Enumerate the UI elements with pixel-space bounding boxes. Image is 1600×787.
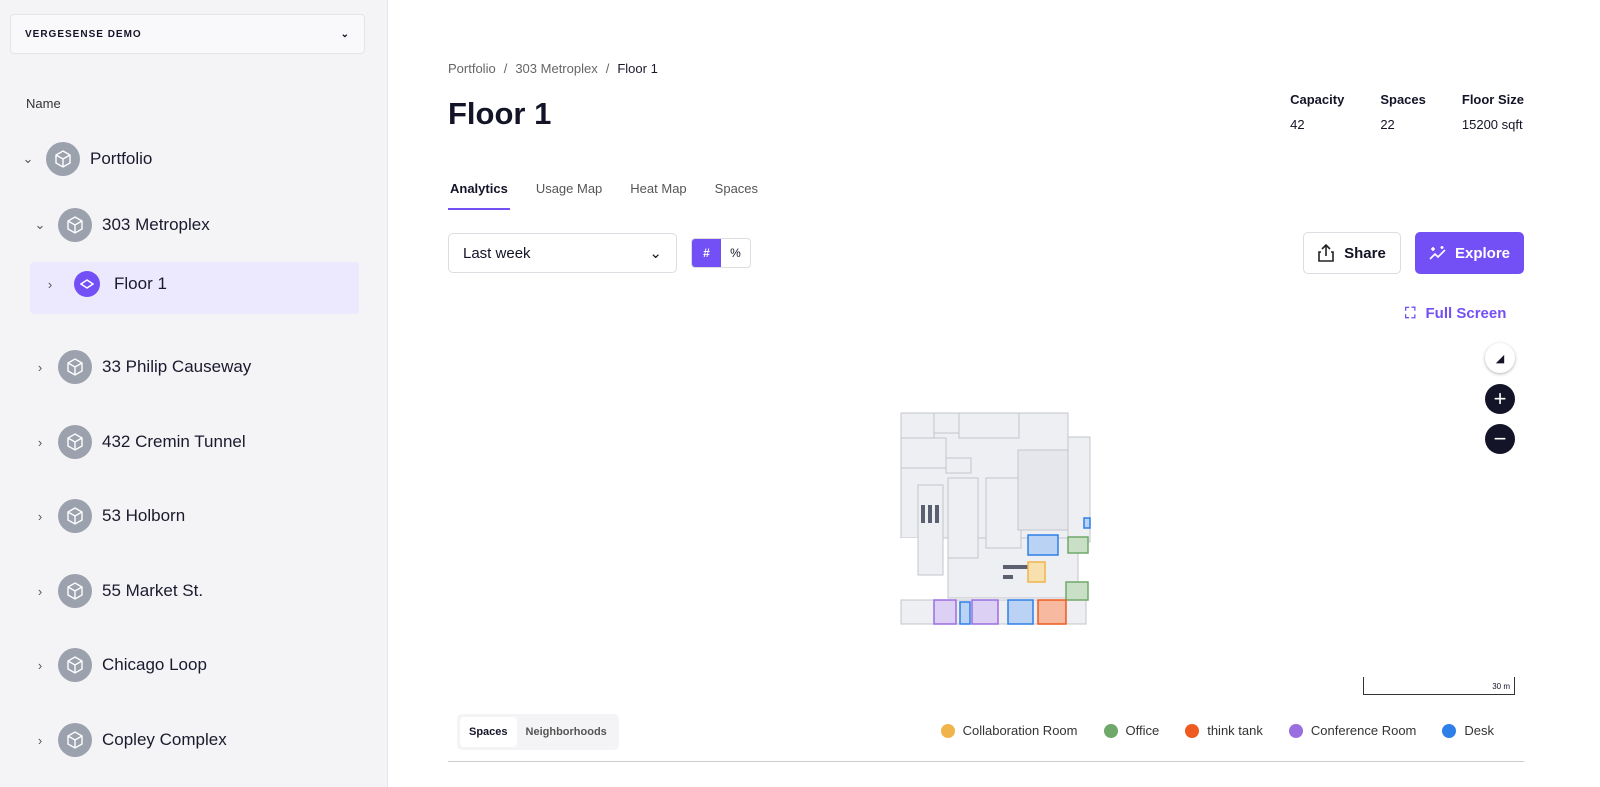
- tab-spaces-legend[interactable]: Spaces: [460, 717, 517, 747]
- legend-item: Office: [1103, 723, 1160, 738]
- legend-item: Collaboration Room: [940, 723, 1078, 738]
- chevron-right-icon[interactable]: ›: [30, 733, 50, 748]
- date-range-dropdown[interactable]: Last week ⌄: [448, 233, 677, 273]
- tree-item[interactable]: › 53 Holborn: [30, 499, 185, 533]
- tree-item-label: 303 Metroplex: [102, 215, 210, 234]
- chevron-down-icon: ⌄: [340, 28, 350, 40]
- sparkle-chart-icon: [1429, 246, 1446, 260]
- building-icon: [46, 142, 80, 176]
- stat-spaces: Spaces 22: [1380, 92, 1426, 132]
- share-button[interactable]: Share: [1303, 232, 1401, 274]
- page-title: Floor 1: [448, 96, 552, 131]
- scale-bar: 30 m: [1363, 677, 1515, 695]
- name-column-header: Name: [26, 96, 61, 111]
- breadcrumb: Portfolio/ 303 Metroplex / Floor 1: [448, 61, 658, 76]
- unit-toggle: # %: [691, 238, 751, 268]
- tab-analytics[interactable]: Analytics: [448, 181, 510, 210]
- chevron-right-icon[interactable]: ›: [30, 360, 50, 375]
- chevron-down-icon[interactable]: ⌄: [18, 151, 38, 167]
- chevron-down-icon: ⌄: [649, 245, 662, 262]
- tree-item-label: 55 Market St.: [102, 581, 204, 600]
- tab-heat-map[interactable]: Heat Map: [628, 181, 688, 210]
- share-icon: [1318, 244, 1334, 262]
- org-name: VERGESENSE DEMO: [25, 28, 142, 40]
- chevron-right-icon[interactable]: ›: [40, 277, 60, 292]
- chevron-right-icon[interactable]: ›: [30, 658, 50, 673]
- legend-label: Office: [1125, 723, 1160, 738]
- breadcrumb-building[interactable]: 303 Metroplex: [515, 61, 597, 76]
- tree-item[interactable]: › 432 Cremin Tunnel: [30, 425, 246, 459]
- plus-icon: +: [1493, 386, 1507, 411]
- floor-stats: Capacity 42 Spaces 22 Floor Size 15200 sqft: [1290, 92, 1524, 132]
- compass-button[interactable]: ◢: [1485, 343, 1515, 373]
- tree-item[interactable]: › 33 Philip Causeway: [30, 350, 251, 384]
- legend-dot: [940, 723, 955, 738]
- tree-item[interactable]: ⌄ Portfolio: [18, 142, 152, 176]
- tree-item-label: Floor 1: [114, 274, 167, 293]
- explore-label: Explore: [1454, 244, 1511, 262]
- legend-label: Conference Room: [1310, 723, 1417, 738]
- legend-dot: [1442, 723, 1457, 738]
- zoom-out-button[interactable]: −: [1485, 424, 1515, 454]
- chevron-down-icon[interactable]: ⌄: [30, 217, 50, 233]
- floor-plan-map[interactable]: [898, 410, 1093, 630]
- legend-item: think tank: [1185, 723, 1263, 738]
- legend-item: Desk: [1442, 723, 1494, 738]
- date-range-value: Last week: [463, 244, 531, 262]
- building-icon: [58, 208, 92, 242]
- tree-item-label: Chicago Loop: [102, 655, 207, 674]
- zoom-in-button[interactable]: +: [1485, 384, 1515, 414]
- main: Portfolio/ 303 Metroplex / Floor 1 Floor …: [448, 0, 1600, 787]
- share-label: Share: [1344, 244, 1386, 262]
- explore-button[interactable]: Explore: [1415, 232, 1524, 274]
- percent-toggle[interactable]: %: [721, 239, 750, 267]
- tree-item-label: Portfolio: [90, 149, 153, 168]
- tree-item[interactable]: › Chicago Loop: [30, 648, 207, 682]
- legend-mode-toggle: Spaces Neighborhoods: [457, 714, 619, 750]
- building-icon: [58, 723, 92, 757]
- legend-dot: [1288, 723, 1303, 738]
- breadcrumb-floor: Floor 1: [617, 61, 658, 76]
- floor-icon: [74, 271, 100, 297]
- org-selector[interactable]: VERGESENSE DEMO ⌄: [10, 14, 365, 54]
- chevron-right-icon[interactable]: ›: [30, 435, 50, 450]
- tab-neighborhoods[interactable]: Neighborhoods: [517, 717, 616, 747]
- compass-icon: ◢: [1495, 352, 1505, 365]
- divider: [448, 761, 1524, 762]
- legend-item: Conference Room: [1288, 723, 1417, 738]
- tree-item[interactable]: › 55 Market St.: [30, 574, 203, 608]
- tab-usage-map[interactable]: Usage Map: [534, 181, 604, 210]
- count-toggle[interactable]: #: [692, 239, 721, 267]
- tree-item[interactable]: ⌄ 303 Metroplex: [30, 208, 210, 242]
- tree-item[interactable]: › Copley Complex: [30, 723, 227, 757]
- tree-item-label: Copley Complex: [102, 730, 227, 749]
- chevron-right-icon[interactable]: ›: [30, 509, 50, 524]
- building-icon: [58, 350, 92, 384]
- legend-dot: [1103, 723, 1118, 738]
- tree-item-label: 53 Holborn: [102, 506, 186, 525]
- fullscreen-icon: ⛶: [1405, 305, 1416, 322]
- building-icon: [58, 648, 92, 682]
- breadcrumb-portfolio[interactable]: Portfolio: [448, 61, 496, 76]
- full-screen-label: Full Screen: [1425, 305, 1507, 322]
- tree-item[interactable]: › Floor 1: [40, 271, 167, 297]
- tree-item-label: 33 Philip Causeway: [102, 357, 252, 376]
- tree-item-label: 432 Cremin Tunnel: [102, 432, 246, 451]
- tabs: Analytics Usage Map Heat Map Spaces: [448, 181, 760, 210]
- legend-dot: [1185, 723, 1200, 738]
- stat-floor-size: Floor Size 15200 sqft: [1461, 92, 1524, 132]
- building-icon: [58, 425, 92, 459]
- building-icon: [58, 574, 92, 608]
- legend-label: Desk: [1464, 723, 1494, 738]
- legend-label: Collaboration Room: [962, 723, 1078, 738]
- building-icon: [58, 499, 92, 533]
- legend-label: think tank: [1207, 723, 1263, 738]
- chevron-right-icon[interactable]: ›: [30, 584, 50, 599]
- minus-icon: −: [1493, 426, 1507, 451]
- tab-spaces[interactable]: Spaces: [713, 181, 760, 210]
- legend: Collaboration Room Office think tank Confer…: [940, 723, 1494, 738]
- full-screen-button[interactable]: ⛶ Full Screen: [1405, 305, 1506, 322]
- stat-capacity: Capacity 42: [1290, 92, 1345, 132]
- sidebar: VERGESENSE DEMO ⌄ Name ⌄ Portfolio ⌄ 303 Met…: [0, 0, 388, 787]
